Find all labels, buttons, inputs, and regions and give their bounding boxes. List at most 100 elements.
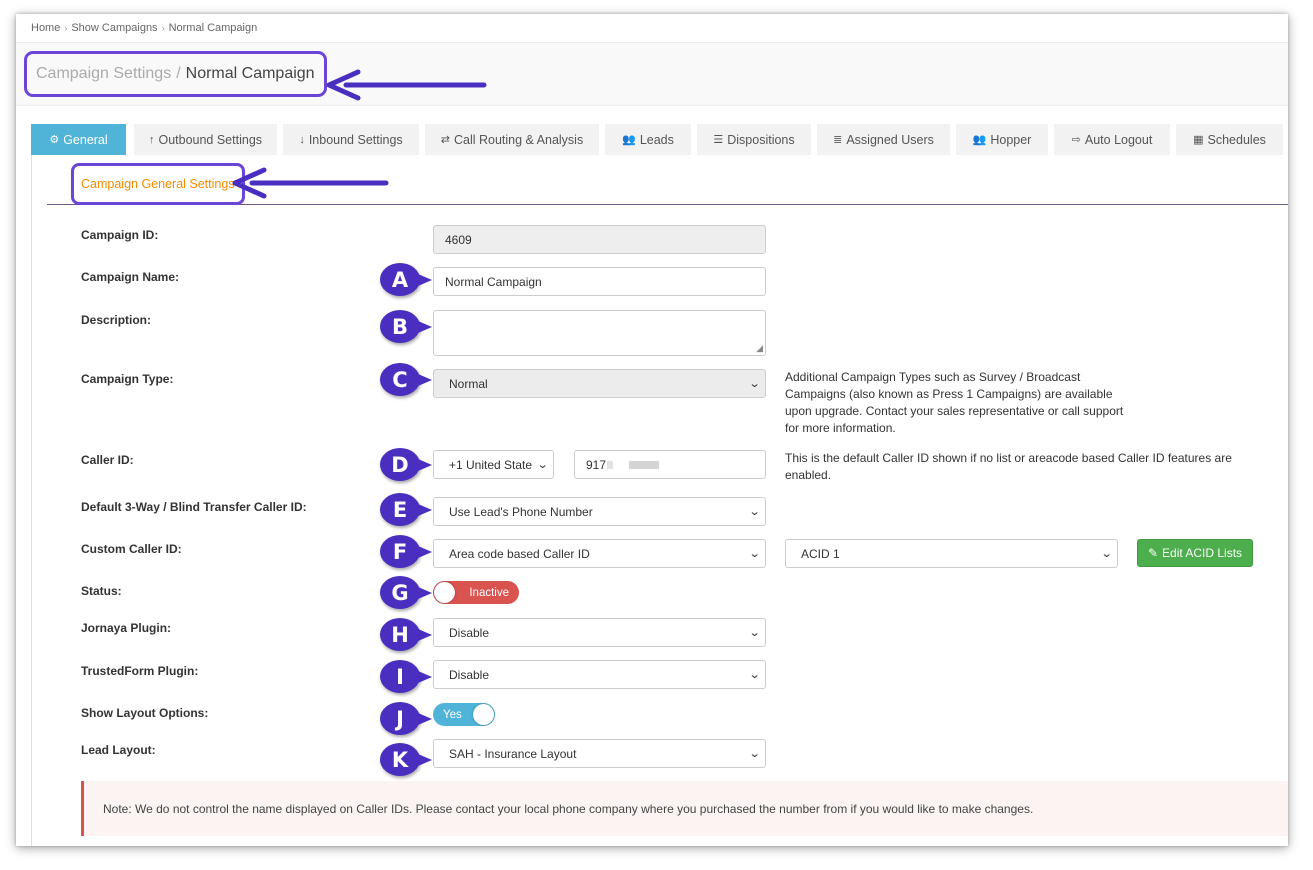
tab-general[interactable]: ⚙ General [31,124,126,155]
campaign-name-input[interactable]: Normal Campaign [433,267,766,296]
page-title-highlight: Campaign Settings / Normal Campaign [24,51,327,97]
breadcrumb: Home › Show Campaigns › Normal Campaign [31,22,257,34]
status-toggle[interactable]: Inactive [433,581,519,604]
chevron-down-icon: ⌄ [748,506,761,518]
breadcrumb-current: Normal Campaign [168,22,258,34]
caller-id-label: Caller ID: [81,453,134,467]
transfer-caller-id-label: Default 3-Way / Blind Transfer Caller ID… [81,500,307,514]
custom-caller-id-label: Custom Caller ID: [81,542,182,556]
callout-badge-a: A [380,263,432,296]
chevron-down-icon: ⌄ [1100,548,1113,560]
arrow-up-icon: ↑ [148,133,155,146]
transfer-caller-id-select[interactable]: Use Lead's Phone Number ⌄ [433,497,766,526]
chevron-down-icon: ⌄ [748,627,761,639]
layout-options-label: Show Layout Options: [81,706,209,720]
users-icon: 👥 [972,134,987,146]
list-ol-icon: ≣ [833,134,843,146]
trustedform-select[interactable]: Disable ⌄ [433,660,766,689]
arrow-down-icon: ↓ [299,133,305,146]
cogs-icon: ⚙ [49,134,60,146]
resize-grip-icon[interactable]: ◢ [756,343,763,354]
campaign-name-label: Campaign Name: [81,270,180,284]
chevron-down-icon: ⌄ [748,378,761,390]
caller-id-number-input[interactable]: 917 [574,450,766,479]
lead-layout-select[interactable]: SAH - Insurance Layout ⌄ [433,739,766,768]
tab-assigned-users[interactable]: ≣ Assigned Users [817,124,950,155]
tab-inbound-settings[interactable]: ↓ Inbound Settings [283,124,419,155]
callout-badge-j: J [380,702,432,735]
caller-id-number-value: 917 [586,457,607,472]
campaign-type-select[interactable]: Normal ⌄ [433,369,766,398]
caller-id-country-select[interactable]: +1 United State ⌄ [433,450,554,479]
chevron-down-icon: ⌄ [748,748,761,760]
redacted-mark [629,460,660,469]
tab-leads[interactable]: 👥 Leads [605,124,691,155]
campaign-type-value: Normal [449,376,488,391]
tab-call-routing[interactable]: ⇄ Call Routing & Analysis [425,124,599,155]
page-title-section: Campaign Settings [36,65,172,82]
status-value: Inactive [469,586,509,599]
callout-arrow-icon [232,167,389,199]
acid-list-select[interactable]: ACID 1 ⌄ [785,539,1118,568]
chevron-down-icon: ⌄ [748,548,761,560]
callout-badge-d: D [380,448,432,481]
section-title: Campaign General Settings [71,163,245,205]
sign-out-icon: ⇨ [1071,134,1081,146]
callout-arrow-icon [326,69,487,101]
chevron-down-icon: ⌄ [748,669,761,681]
tab-outbound-settings[interactable]: ↑ Outbound Settings [134,124,277,155]
toggle-knob [434,582,455,603]
callout-badge-e: E [380,493,432,526]
transfer-caller-id-value: Use Lead's Phone Number [449,504,593,519]
lead-layout-label: Lead Layout: [81,743,156,757]
breadcrumb-show-campaigns[interactable]: Show Campaigns [71,22,157,34]
jornaya-value: Disable [449,625,490,640]
list-icon: ☰ [713,134,724,146]
page-title: Normal Campaign [185,65,315,82]
breadcrumb-separator-icon: › [161,23,165,33]
lead-layout-value: SAH - Insurance Layout [449,746,577,761]
status-label: Status: [81,584,122,598]
custom-caller-id-value: Area code based Caller ID [449,546,590,561]
breadcrumb-home[interactable]: Home [31,22,60,34]
caller-id-help: This is the default Caller ID shown if n… [785,451,1232,482]
layout-options-value: Yes [443,708,462,721]
custom-caller-id-select[interactable]: Area code based Caller ID ⌄ [433,539,766,568]
campaign-type-help: Additional Campaign Types such as Survey… [785,370,1124,435]
callout-badge-b: B [380,310,432,343]
caller-id-country-value: +1 United State [449,457,533,472]
layout-options-toggle[interactable]: Yes [433,703,495,726]
chevron-down-icon: ⌄ [536,459,549,471]
section-header: Campaign General Settings [47,155,1288,205]
callout-badge-h: H [380,618,432,651]
callout-badge-f: F [380,535,432,568]
trustedform-value: Disable [449,667,490,682]
tab-auto-logout[interactable]: ⇨ Auto Logout [1054,124,1170,155]
redacted-mark [607,460,614,469]
description-label: Description: [81,313,152,327]
calendar-icon: ▦ [1193,134,1204,146]
toggle-knob [473,704,494,725]
callout-badge-g: G [380,576,432,609]
jornaya-select[interactable]: Disable ⌄ [433,618,766,647]
callout-badge-i: I [380,660,432,693]
campaign-id-label: Campaign ID: [81,228,159,242]
trustedform-label: TrustedForm Plugin: [81,664,199,678]
campaign-type-label: Campaign Type: [81,372,174,386]
description-textarea[interactable]: ◢ [433,310,766,356]
edit-acid-lists-button[interactable]: ✎ Edit ACID Lists [1137,539,1253,567]
campaign-id-field: 4609 [433,225,766,254]
callout-badge-c: C [380,363,432,396]
users-icon: 👥 [622,134,636,146]
breadcrumb-separator-icon: › [64,23,68,33]
tab-hopper[interactable]: 👥 Hopper [956,124,1048,155]
jornaya-label: Jornaya Plugin: [81,621,172,635]
app-window: Home › Show Campaigns › Normal Campaign Camp… [16,14,1288,846]
tab-schedules[interactable]: ▦ Schedules [1176,124,1283,155]
tab-content: Campaign General Settings Campaign ID: 4… [31,155,1288,846]
random-icon: ⇄ [440,134,450,146]
tab-dispositions[interactable]: ☰ Dispositions [697,124,811,155]
callout-badge-k: K [380,743,432,776]
acid-list-value: ACID 1 [801,546,840,561]
caller-id-note: Note: We do not control the name display… [81,781,1288,836]
